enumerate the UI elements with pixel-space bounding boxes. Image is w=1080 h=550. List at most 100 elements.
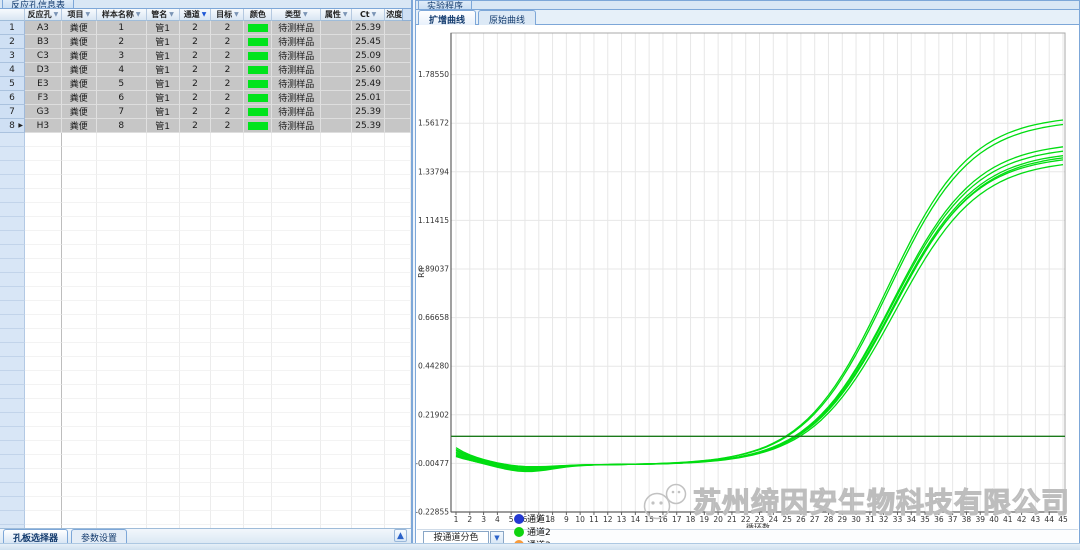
column-header-target[interactable]: 目标▼ [211,9,244,21]
cell-color [244,231,272,245]
curve-tab-0[interactable]: 扩增曲线 [418,10,476,25]
legend-item-通道1[interactable]: 通道1 [514,512,551,525]
x-tick-label: 28 [824,515,834,524]
legend-item-通道2[interactable]: 通道2 [514,525,551,538]
cell-channel [180,217,212,231]
cell-project [62,273,97,287]
cell-ct [352,385,385,399]
cell-channel [180,245,212,259]
legend-label: 通道2 [527,525,551,538]
empty-table-row [0,357,411,371]
table-row[interactable]: 7G3粪便7管122待测样品25.39 [0,105,411,119]
filter-icon[interactable]: ▼ [136,12,141,18]
x-tick-label: 36 [934,515,944,524]
collapse-up-icon[interactable]: ▲ [394,529,407,542]
x-tick-label: 41 [1003,515,1013,524]
cell-color [244,175,272,189]
cell-channel [180,231,212,245]
filter-icon[interactable]: ▼ [54,12,59,18]
cell-attr [321,189,352,203]
cell-tube [147,329,180,343]
column-header-num[interactable] [0,9,25,21]
cell-ct [352,455,385,469]
cell-ct: 25.09 [352,49,385,63]
table-row[interactable]: 8▶H3粪便8管122待测样品25.39 [0,119,411,133]
cell-well [25,385,62,399]
tab-experiment-program[interactable]: 实验程序 [418,1,472,10]
cell-well [25,483,62,497]
cell-attr [321,77,352,91]
cell-conc [385,21,411,35]
cell-channel [180,427,212,441]
cell-sample [97,203,147,217]
cell-num [0,147,25,161]
cell-attr [321,21,352,35]
cell-ct: 25.01 [352,91,385,105]
cell-num [0,161,25,175]
cell-color [244,455,272,469]
cell-num [0,343,25,357]
column-header-label: 样本名称 [102,9,134,20]
filter-icon[interactable]: ▼ [303,12,308,18]
cell-color [244,413,272,427]
cell-color [244,259,272,273]
column-header-attr[interactable]: 属性▼ [321,9,352,21]
filter-icon[interactable]: ▼ [85,12,90,18]
column-header-channel[interactable]: 通道▼ [180,9,212,21]
cell-sample: 4 [97,63,147,77]
amplification-chart: 1.785501.561721.337941.114150.890370.666… [416,25,1079,528]
filter-icon[interactable]: ▼ [372,12,377,18]
cell-target [211,189,244,203]
column-header-ct[interactable]: Ct▼ [352,9,385,21]
cell-attr [321,273,352,287]
cell-type [272,133,321,147]
cell-channel: 2 [180,77,212,91]
cell-target [211,161,244,175]
cell-conc [385,371,411,385]
filter-icon[interactable]: ▼ [234,12,239,18]
cell-project: 粪便 [62,91,97,105]
cell-tube [147,413,180,427]
cell-tube [147,287,180,301]
empty-table-row [0,329,411,343]
cell-ct [352,343,385,357]
column-header-sample[interactable]: 样本名称▼ [97,9,147,21]
filter-icon[interactable]: ▼ [169,12,174,18]
bottom-tab-0[interactable]: 孔板选择器 [3,529,68,543]
cell-conc [385,259,411,273]
cell-project: 粪便 [62,21,97,35]
table-row[interactable]: 1A3粪便1管122待测样品25.39 [0,21,411,35]
x-tick-label: 27 [810,515,820,524]
x-tick-label: 16 [658,515,668,524]
cell-num [0,413,25,427]
table-header-row: 反应孔▼项目▼样本名称▼管名▼通道▼目标▼颜色类型▼属性▼Ct▼浓度▼ [0,9,411,21]
column-header-well[interactable]: 反应孔▼ [25,9,62,21]
table-row[interactable]: 4D3粪便4管122待测样品25.60 [0,63,411,77]
cell-color [244,399,272,413]
cell-attr [321,259,352,273]
bottom-tab-1[interactable]: 参数设置 [71,529,127,543]
column-header-color[interactable]: 颜色 [244,9,272,21]
column-header-project[interactable]: 项目▼ [62,9,97,21]
empty-table-row [0,413,411,427]
cell-target: 2 [211,77,244,91]
cell-well: D3 [25,63,62,77]
tab-well-info-table[interactable]: 反应孔信息表 [2,0,74,9]
cell-color [244,301,272,315]
column-header-tube[interactable]: 管名▼ [147,9,180,21]
cell-attr [321,497,352,511]
table-row[interactable]: 2B3粪便2管122待测样品25.45 [0,35,411,49]
filter-icon[interactable]: ▼ [202,12,207,18]
cell-num [0,231,25,245]
cell-type: 待测样品 [272,21,321,35]
table-row[interactable]: 5E3粪便5管122待测样品25.49 [0,77,411,91]
filter-icon[interactable]: ▼ [343,12,348,18]
cell-attr [321,511,352,525]
scrollbar-corner[interactable] [402,9,411,21]
table-row[interactable]: 3C3粪便3管122待测样品25.09 [0,49,411,63]
cell-target [211,357,244,371]
cell-type [272,497,321,511]
column-header-type[interactable]: 类型▼ [272,9,321,21]
curve-tab-1[interactable]: 原始曲线 [478,10,536,25]
table-row[interactable]: 6F3粪便6管122待测样品25.01 [0,91,411,105]
